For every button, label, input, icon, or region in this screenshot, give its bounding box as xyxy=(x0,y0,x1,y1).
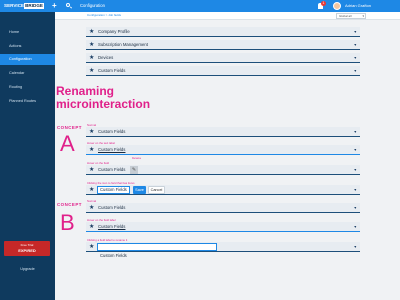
logo-part-2: BRIDGE xyxy=(24,3,44,9)
chevron-down-icon: ▼ xyxy=(353,148,357,152)
filter-select[interactable]: Global all ▾ xyxy=(336,13,366,19)
sidebar-item-configuration[interactable]: Configuration xyxy=(0,54,55,65)
concept-a-row-editing[interactable]: ★ Custom Fields Save Cancel ▼ xyxy=(86,185,360,195)
trial-line-2: EXPIRED xyxy=(18,248,36,253)
row-label: Custom Fields xyxy=(98,147,126,152)
chevron-down-icon: ▼ xyxy=(353,43,357,47)
rename-input[interactable]: Custom Fields xyxy=(97,243,217,258)
sidebar-item-calendar[interactable]: Calendar xyxy=(0,68,55,79)
row-label: Custom Fields xyxy=(98,205,126,210)
chevron-down-icon: ▼ xyxy=(353,206,357,210)
filter-value: Global all xyxy=(339,14,352,18)
concept-b-letter: B xyxy=(60,210,75,235)
search-icon[interactable] xyxy=(66,3,73,9)
sidebar: Home Actions Configuration Calendar Rout… xyxy=(0,12,55,300)
concept-a-letter: A xyxy=(60,131,75,156)
concept-a-label: CONCEPT xyxy=(57,125,82,130)
sidebar-item-actions[interactable]: Actions xyxy=(0,41,55,52)
settings-row-devices[interactable]: ★ Devices ▼ xyxy=(86,53,360,63)
avatar[interactable] xyxy=(333,2,341,10)
star-icon: ★ xyxy=(89,205,95,211)
concept-a-row-hover-field[interactable]: ★ Custom Fields ✎ ▼ xyxy=(86,165,360,175)
sidebar-item-home[interactable]: Home xyxy=(0,27,55,38)
row-label: Subscription Management xyxy=(98,42,148,47)
star-icon: ★ xyxy=(89,147,95,153)
chevron-down-icon: ▾ xyxy=(362,14,364,18)
row-label: Custom Fields xyxy=(98,167,126,172)
concept-b-row-normal[interactable]: ★ Custom Fields ▼ xyxy=(86,203,360,213)
page-title: Configuration xyxy=(80,3,105,8)
sidebar-item-routing[interactable]: Routing xyxy=(0,82,55,93)
sidebar-item-planned-routes[interactable]: Planned Routes xyxy=(0,96,55,107)
trial-line-1: Free Trial xyxy=(20,243,34,247)
user-name[interactable]: Adrian Grafton xyxy=(345,3,371,9)
star-icon: ★ xyxy=(89,129,95,135)
chevron-down-icon: ▼ xyxy=(353,245,357,249)
star-icon: ★ xyxy=(89,68,95,74)
row-label: Custom Fields xyxy=(98,129,126,134)
star-icon: ★ xyxy=(89,187,95,193)
chevron-down-icon: ▼ xyxy=(353,225,357,229)
row-label: Devices xyxy=(98,55,114,60)
concept-b-row-hover[interactable]: ★ Custom Fields ▼ xyxy=(86,222,360,232)
logo[interactable]: SERVICE BRIDGE xyxy=(4,3,44,9)
row-label: Custom Fields xyxy=(98,224,126,229)
chevron-down-icon: ▼ xyxy=(353,188,357,192)
concept-b-row-editing[interactable]: ★ Custom Fields ▼ xyxy=(86,242,360,258)
row-label: Custom Fields xyxy=(98,68,126,73)
heading-line-2: microinteraction xyxy=(56,97,151,111)
concept-a-row-hover-label[interactable]: ★ Custom Fields ▼ xyxy=(86,145,360,155)
star-icon: ★ xyxy=(89,167,95,173)
rename-input-value: Custom Fields xyxy=(100,253,127,258)
trial-expired-badge[interactable]: Free Trial EXPIRED xyxy=(4,241,50,256)
chevron-down-icon: ▼ xyxy=(353,69,357,73)
star-icon: ★ xyxy=(89,224,95,230)
breadcrumb[interactable]: Configuration > Job fields xyxy=(87,13,121,18)
star-icon: ★ xyxy=(89,55,95,61)
section-heading: Renaming microinteraction xyxy=(56,85,256,111)
upgrade-link[interactable]: Upgrade xyxy=(0,267,55,271)
star-icon: ★ xyxy=(89,29,95,35)
concept-b-label: CONCEPT xyxy=(57,202,82,207)
settings-row-subscription[interactable]: ★ Subscription Management ▼ xyxy=(86,40,360,50)
chevron-down-icon: ▼ xyxy=(353,168,357,172)
settings-row-company-profile[interactable]: ★ Company Profile ▼ xyxy=(86,27,360,37)
chevron-down-icon: ▼ xyxy=(353,30,357,34)
row-label: Company Profile xyxy=(98,29,130,34)
logo-part-1: SERVICE xyxy=(4,3,25,8)
top-bar: SERVICE BRIDGE + Configuration 1 Adrian … xyxy=(0,0,400,12)
concept-a-row-normal[interactable]: ★ Custom Fields ▼ xyxy=(86,127,360,137)
save-button[interactable]: Save xyxy=(133,186,146,194)
star-icon: ★ xyxy=(89,42,95,48)
settings-row-custom-fields[interactable]: ★ Custom Fields ▼ xyxy=(86,66,360,76)
rename-input[interactable]: Custom Fields xyxy=(97,186,130,194)
rename-tooltip: Rename xyxy=(132,157,142,160)
notification-badge: 1 xyxy=(321,1,326,6)
chevron-down-icon: ▼ xyxy=(353,130,357,134)
chevron-down-icon: ▼ xyxy=(353,56,357,60)
star-icon: ★ xyxy=(89,244,95,250)
plus-icon[interactable]: + xyxy=(52,1,57,10)
pencil-icon[interactable]: ✎ xyxy=(130,166,138,174)
sub-header: Configuration > Job fields Global all ▾ xyxy=(55,12,400,20)
cancel-button[interactable]: Cancel xyxy=(148,186,165,194)
